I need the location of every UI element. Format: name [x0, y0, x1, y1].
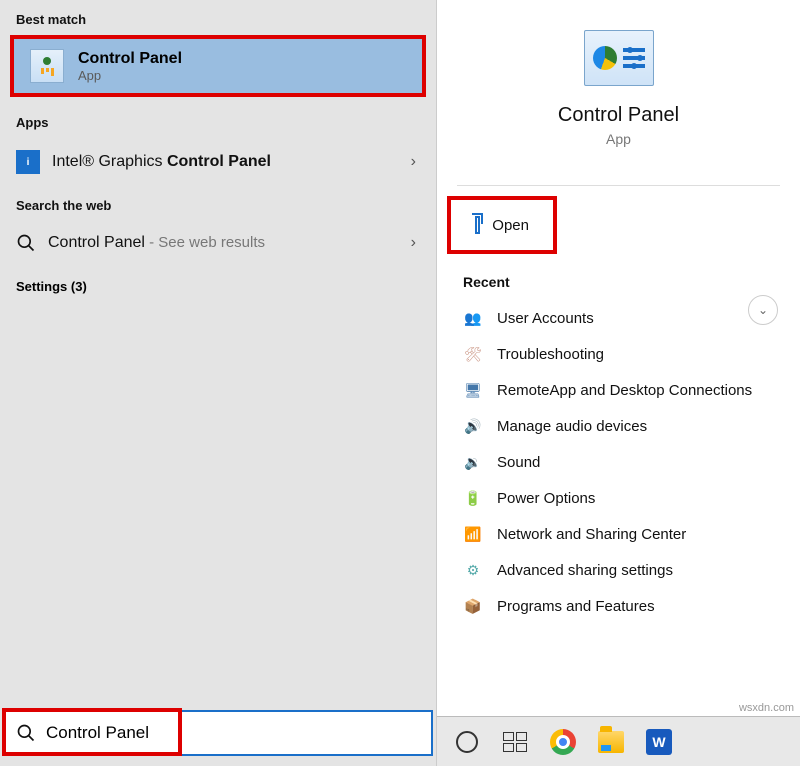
web-result-label: Control Panel - See web results: [48, 234, 265, 252]
audio-icon: 🔊: [463, 416, 483, 436]
chrome-icon: [550, 729, 576, 755]
word-icon: W: [646, 729, 672, 755]
apps-header: Apps: [0, 103, 436, 138]
power-icon: 🔋: [463, 488, 483, 508]
app-result-label: Intel® Graphics Control Panel: [52, 153, 271, 171]
best-match-header: Best match: [0, 0, 436, 35]
preview-panel: Control Panel App Open ⌄ Recent 👥User Ac…: [437, 0, 800, 766]
recent-list: 👥User Accounts 🛠Troubleshooting 🖥RemoteA…: [437, 300, 800, 624]
best-match-result[interactable]: Control Panel App: [10, 35, 426, 97]
watermark: wsxdn.com: [739, 702, 794, 714]
chrome-button[interactable]: [541, 720, 585, 764]
taskbar: W: [437, 716, 800, 766]
recent-item-user-accounts[interactable]: 👥User Accounts: [447, 300, 790, 336]
recent-item-sound[interactable]: 🔉Sound: [447, 444, 790, 480]
search-icon: [16, 233, 36, 253]
task-view-button[interactable]: [493, 720, 537, 764]
search-icon: [16, 723, 36, 743]
file-explorer-icon: [598, 731, 624, 753]
programs-icon: 📦: [463, 596, 483, 616]
search-input-container[interactable]: [4, 710, 433, 756]
open-icon: [475, 216, 480, 234]
app-result-intel[interactable]: i Intel® Graphics Control Panel ›: [0, 138, 436, 186]
best-match-subtitle: App: [78, 68, 182, 83]
sound-icon: 🔉: [463, 452, 483, 472]
sharing-icon: ⚙: [463, 560, 483, 580]
network-icon: 📶: [463, 524, 483, 544]
troubleshoot-icon: 🛠: [463, 344, 483, 364]
word-button[interactable]: W: [637, 720, 681, 764]
divider: [457, 185, 780, 186]
search-web-header: Search the web: [0, 186, 436, 221]
preview-type: App: [606, 131, 631, 147]
settings-header[interactable]: Settings (3): [0, 265, 436, 308]
recent-item-audio[interactable]: 🔊Manage audio devices: [447, 408, 790, 444]
chevron-right-icon[interactable]: ›: [411, 234, 416, 252]
preview-title: Control Panel: [558, 104, 679, 127]
remote-icon: 🖥: [463, 380, 483, 400]
recent-item-programs[interactable]: 📦Programs and Features: [447, 588, 790, 624]
recent-header: Recent: [437, 254, 800, 300]
control-panel-icon: [584, 30, 654, 86]
chevron-right-icon[interactable]: ›: [411, 153, 416, 171]
search-input[interactable]: [46, 723, 421, 743]
open-button[interactable]: Open: [447, 196, 557, 254]
task-view-icon: [503, 732, 527, 752]
recent-item-troubleshooting[interactable]: 🛠Troubleshooting: [447, 336, 790, 372]
recent-item-remoteapp[interactable]: 🖥RemoteApp and Desktop Connections: [447, 372, 790, 408]
recent-item-power[interactable]: 🔋Power Options: [447, 480, 790, 516]
cortana-button[interactable]: [445, 720, 489, 764]
users-icon: 👥: [463, 308, 483, 328]
recent-item-network[interactable]: 📶Network and Sharing Center: [447, 516, 790, 552]
recent-item-sharing[interactable]: ⚙Advanced sharing settings: [447, 552, 790, 588]
search-results-panel: Best match Control Panel App Apps i Inte…: [0, 0, 437, 766]
cortana-icon: [456, 731, 478, 753]
expand-button[interactable]: ⌄: [748, 295, 778, 325]
intel-icon: i: [16, 150, 40, 174]
open-label: Open: [492, 217, 529, 234]
control-panel-icon: [30, 49, 64, 83]
web-result[interactable]: Control Panel - See web results ›: [0, 221, 436, 265]
best-match-title: Control Panel: [78, 50, 182, 68]
explorer-button[interactable]: [589, 720, 633, 764]
